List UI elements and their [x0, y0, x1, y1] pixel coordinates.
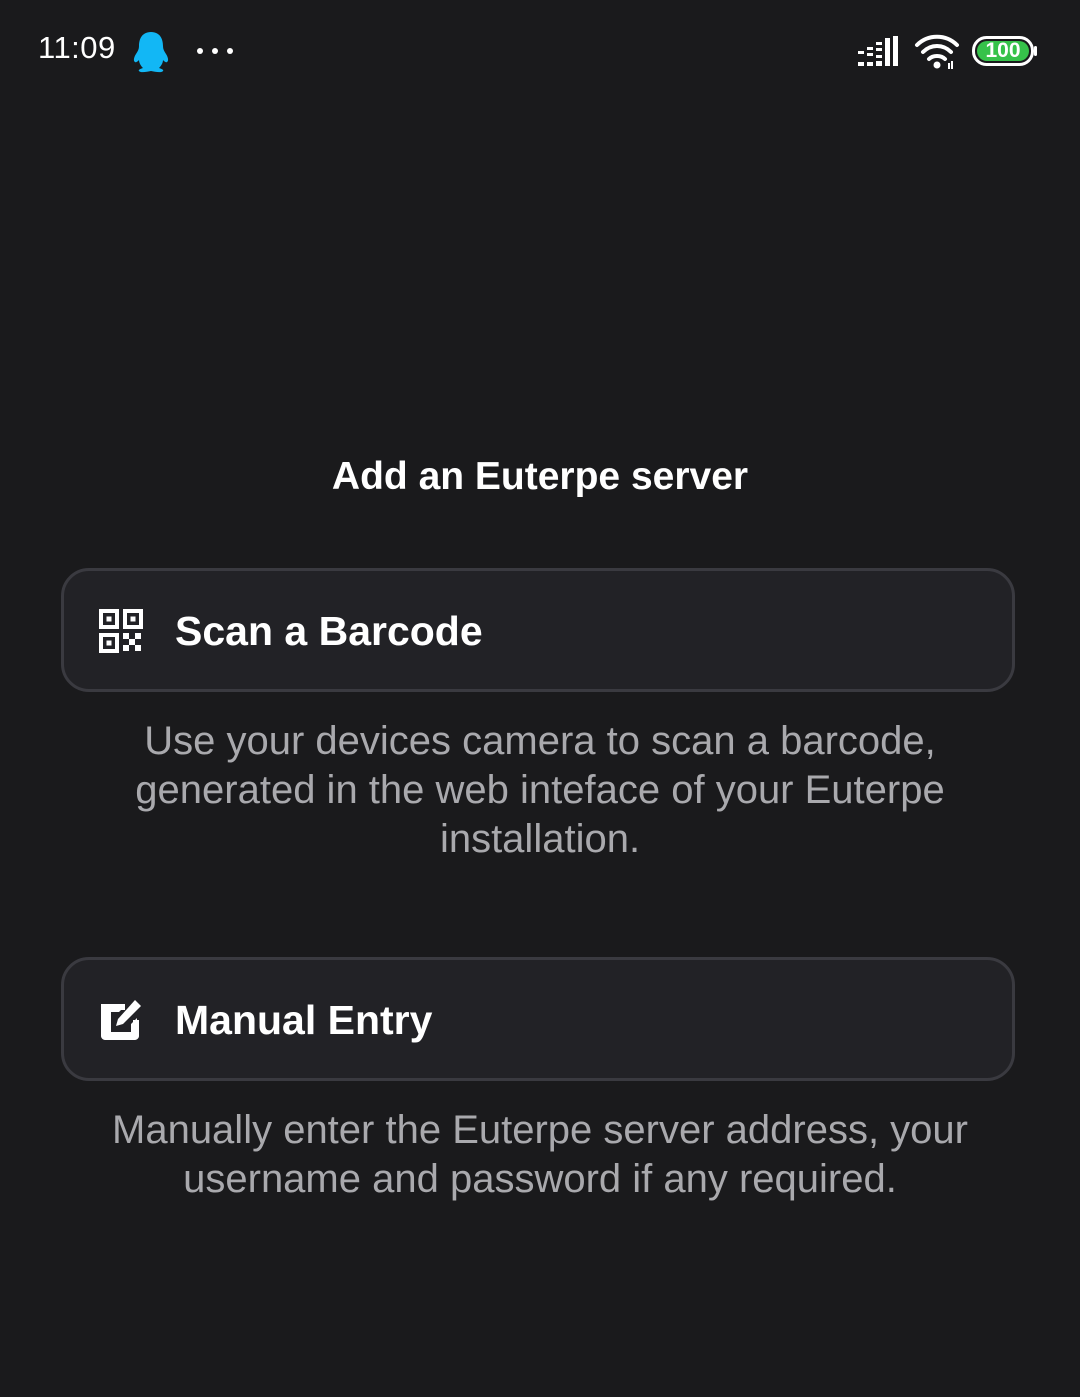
signal-icon — [858, 36, 898, 66]
battery-icon: 100 — [972, 36, 1038, 66]
manual-entry-button[interactable]: Manual Entry — [61, 957, 1015, 1081]
status-bar: 11:09 100 — [0, 0, 1080, 100]
wifi-icon — [915, 34, 959, 69]
qq-icon — [133, 32, 169, 73]
status-time: 11:09 — [38, 30, 116, 65]
more-dots-icon — [197, 48, 233, 54]
scan-barcode-description: Use your devices camera to scan a barcod… — [135, 719, 945, 861]
scan-barcode-label: Scan a Barcode — [175, 608, 483, 654]
manual-entry-description: Manually enter the Euterpe server addres… — [112, 1108, 968, 1201]
page-title: Add an Euterpe server — [331, 455, 749, 498]
qr-code-icon — [99, 609, 143, 653]
edit-icon — [101, 1000, 141, 1040]
scan-barcode-button[interactable]: Scan a Barcode — [61, 568, 1015, 692]
manual-entry-label: Manual Entry — [175, 997, 433, 1043]
battery-level: 100 — [985, 39, 1021, 62]
